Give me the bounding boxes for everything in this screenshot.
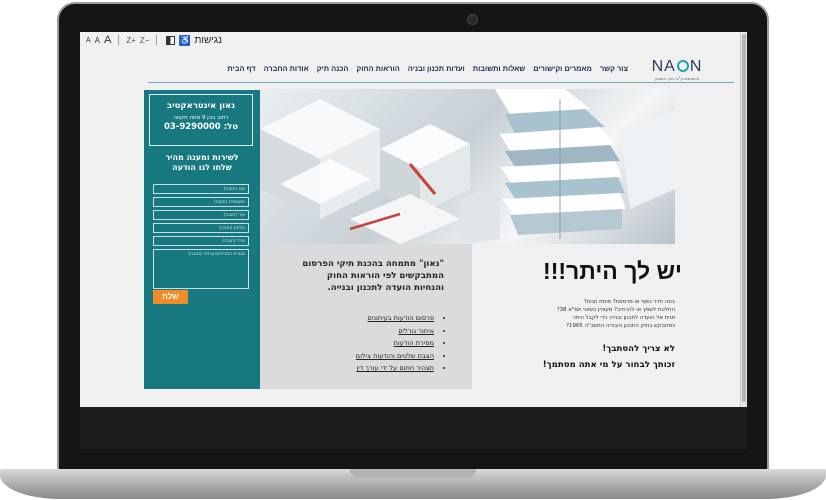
contact-sidebar: נאון אינטראקטיב רחוב בגין 9 פתח תקווה טל… bbox=[144, 90, 260, 389]
question-line: החלטת לשפץ או להרחיב? מעוניין בשינוי תמ"… bbox=[556, 307, 675, 313]
nav-item-faq[interactable]: שאלות ותשובות bbox=[473, 64, 526, 73]
list-item[interactable]: איתור גורלים bbox=[356, 325, 434, 338]
logo-ring-icon bbox=[676, 60, 689, 72]
toolbar-divider bbox=[156, 35, 158, 45]
email-field[interactable]: מייל (חובה) bbox=[153, 236, 249, 246]
tagline: לא צריך להסתבך! זכותך לבחור על מי אתה מס… bbox=[500, 341, 675, 373]
list-item[interactable]: מסירת הודעות bbox=[356, 337, 434, 350]
services-intro: "נאון" מתמחה בהכנת תיקי הפרסום המתבקשים … bbox=[302, 259, 444, 293]
scrollbar-thumb[interactable] bbox=[742, 34, 746, 402]
font-medium-button[interactable]: A bbox=[95, 36, 100, 45]
company-name: נאון אינטראקטיב bbox=[166, 101, 236, 111]
toolbar-divider bbox=[118, 35, 120, 45]
camera-icon bbox=[467, 14, 478, 25]
font-small-button[interactable]: A bbox=[86, 37, 91, 44]
service-link-signs[interactable]: הצבת שלטים והודעות צילום bbox=[356, 352, 434, 360]
tagline-line2: זכותך לבחור על מי אתה מסתמך! bbox=[542, 360, 675, 370]
font-large-button[interactable]: A bbox=[104, 34, 111, 46]
zoom-in-button[interactable]: Z+ bbox=[126, 36, 136, 45]
phone-field[interactable]: טלפון (חובה) bbox=[153, 223, 249, 233]
zoom-out-button[interactable]: Z− bbox=[140, 36, 150, 45]
question-line: בונה חדר נוסף או מרפסת? פותח חנות? bbox=[583, 299, 675, 305]
nav-item-articles[interactable]: מאמרים וקישורים bbox=[533, 64, 592, 73]
nav-item-about[interactable]: אודות החברה bbox=[264, 64, 309, 73]
contact-title-line2: שלחו לנו הודעה bbox=[172, 163, 232, 172]
nav-item-home[interactable]: דף הבית bbox=[227, 64, 255, 73]
question-line: פנית אל הועדה לתכנון ובנייה כדי לקבל הית… bbox=[572, 315, 675, 321]
send-button[interactable]: שלח bbox=[153, 290, 188, 304]
nav-divider bbox=[148, 82, 734, 83]
contact-title-line1: לשירות ומענה מהיר bbox=[165, 153, 239, 162]
screen-bottom-bezel bbox=[80, 407, 747, 449]
list-item[interactable]: הצבת שלטים והודעות צילום bbox=[356, 350, 434, 363]
service-link-affidavit[interactable]: תצהיר חתום על ידי עורך דין bbox=[356, 364, 434, 372]
message-field[interactable]: מטרת הפנייה/הערות: (חובה) bbox=[153, 249, 249, 289]
logo-text-end: N bbox=[689, 58, 703, 75]
city-field[interactable]: עיר (חובה) bbox=[153, 210, 249, 220]
service-link-newspaper[interactable]: פרסום הודעות בעיתונים bbox=[368, 314, 434, 322]
contact-form-title: לשירות ומענה מהיר שלחו לנו הודעה bbox=[148, 153, 256, 173]
name-field[interactable]: שם (חובה) bbox=[153, 184, 249, 194]
contrast-icon[interactable] bbox=[166, 35, 176, 45]
service-link-delivery[interactable]: מסירת הודעות bbox=[394, 339, 434, 347]
questions-block: בונה חדר נוסף או מרפסת? פותח חנות? החלטת… bbox=[500, 298, 675, 330]
hero-image bbox=[260, 89, 675, 244]
accessibility-toolbar: A A A Z+ Z− ♿ נגישות bbox=[80, 32, 260, 48]
company-card: נאון אינטראקטיב רחוב בגין 9 פתח תקווה טל… bbox=[149, 94, 253, 146]
service-link-locate[interactable]: איתור גורלים bbox=[398, 327, 434, 335]
logo-subtitle: פרסומים ע"פ חוקי התכנון bbox=[655, 76, 699, 81]
services-box: "נאון" מתמחה בהכנת תיקי הפרסום המתבקשים … bbox=[260, 244, 472, 389]
nav-item-committees[interactable]: ועדות תכנון ובניה bbox=[408, 64, 465, 73]
vertical-scrollbar[interactable] bbox=[740, 32, 747, 407]
list-item[interactable]: פרסום הודעות בעיתונים bbox=[356, 312, 434, 325]
nav-item-contact[interactable]: צור קשר bbox=[600, 64, 628, 73]
list-item[interactable]: תצהיר חתום על ידי עורך דין bbox=[356, 362, 434, 375]
wheelchair-icon[interactable]: ♿ bbox=[179, 34, 191, 46]
services-list: פרסום הודעות בעיתונים איתור גורלים מסירת… bbox=[356, 312, 444, 375]
page-headline: יש לך היתר!!! bbox=[543, 258, 682, 284]
nav-item-prepare[interactable]: הכנה תיק bbox=[317, 64, 349, 73]
laptop-notch bbox=[350, 469, 476, 478]
company-address: רחוב בגין 9 פתח תקווה bbox=[173, 115, 229, 121]
nav-item-law[interactable]: הוראות החוק bbox=[356, 64, 399, 73]
logo-text-start: NA bbox=[651, 58, 676, 75]
architecture-model-illustration bbox=[260, 89, 675, 244]
main-nav: דף הבית אודות החברה הכנה תיק הוראות החוק… bbox=[227, 64, 628, 73]
company-phone[interactable]: טל: 03-9290000 bbox=[150, 122, 252, 132]
tagline-line1: לא צריך להסתבך! bbox=[602, 344, 675, 354]
accessibility-label[interactable]: נגישות bbox=[194, 35, 222, 46]
browser-screen: A A A Z+ Z− ♿ נגישות NA N פרסומים ע"פ חוק… bbox=[80, 32, 747, 407]
web-page: A A A Z+ Z− ♿ נגישות NA N פרסומים ע"פ חוק… bbox=[80, 32, 740, 407]
question-line: כמתבקש בחוק התכנון והבנייה התשכ"ה 1965? bbox=[566, 323, 675, 329]
invoice-field[interactable]: חשבונית (חובה) bbox=[153, 197, 249, 207]
